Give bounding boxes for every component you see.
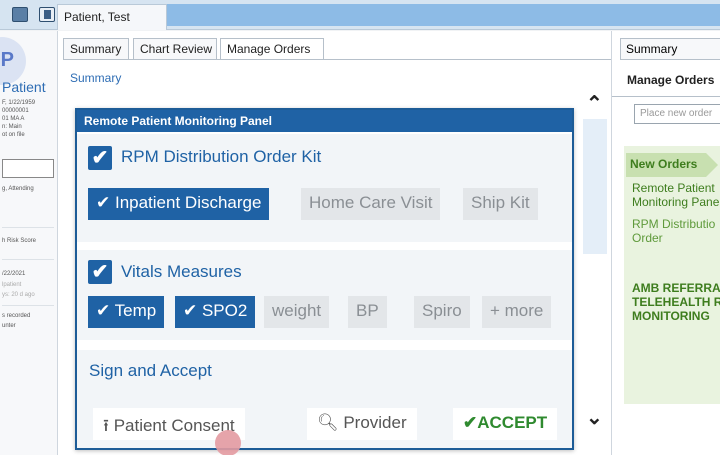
section-divider (77, 340, 572, 350)
order-subtitle-line: Order (632, 231, 663, 245)
patient-workspace-tab[interactable]: Patient, Test (57, 4, 167, 30)
order-subtitle: RPM Distributio Order (632, 217, 715, 245)
vitals-checkbox[interactable]: ✔ (88, 260, 112, 284)
rpm-panel-dialog: Remote Patient Monitoring Panel ✔ RPM Di… (75, 108, 574, 450)
encounter-date: /22/2021 (2, 271, 26, 277)
referral-line: MONITORING (632, 309, 710, 323)
tab-chart-review[interactable]: Chart Review (133, 38, 217, 60)
checkmark-icon: ✔ (463, 413, 478, 432)
button-label: Patient Consent (113, 416, 235, 435)
option-spo2[interactable]: ✔ SPO2 (175, 296, 256, 328)
patient-detail-line: 00000001 (2, 108, 29, 114)
option-more[interactable]: + more (482, 296, 552, 328)
tab-summary[interactable]: Summary (63, 38, 129, 60)
encounter-label: unter (2, 323, 16, 329)
patient-detail-line: F, 1/22/1959 (2, 100, 36, 106)
sign-accept-label: Sign and Accept (89, 361, 212, 380)
attending-label: g, Attending (2, 186, 34, 192)
option-label: SPO2 (201, 301, 248, 320)
document-icon[interactable] (39, 7, 55, 22)
patient-sidebar: P Patient F, 1/22/1959 00000001 01 MA A … (0, 31, 58, 455)
option-inpatient-discharge[interactable]: ✔ Inpatient Discharge (88, 188, 270, 220)
option-bp[interactable]: BP (348, 296, 387, 328)
avatar[interactable]: P (0, 37, 26, 85)
chevron-up-icon[interactable]: ⌃ (586, 91, 603, 116)
encounter-age: ys: 20 d ago (2, 292, 35, 298)
referral-order[interactable]: AMB REFERRAL TELEHEALTH R MONITORING (632, 281, 720, 323)
sidebar-divider (2, 227, 54, 228)
option-temp[interactable]: ✔ Temp (88, 296, 165, 328)
upload-icon: ⭱ (103, 416, 109, 435)
search-icon: 🔍︎ (317, 413, 339, 432)
option-ship-kit[interactable]: Ship Kit (463, 188, 538, 220)
tab-divider (63, 59, 611, 60)
dialog-title: Remote Patient Monitoring Panel (77, 110, 572, 132)
sign-section: Sign and Accept ⭱ Patient Consent 🔍︎ Pro… (77, 350, 572, 448)
patient-details: F, 1/22/1959 00000001 01 MA A n: Main ot… (2, 99, 35, 139)
chevron-down-icon[interactable]: ⌄ (586, 405, 603, 430)
option-spiro[interactable]: Spiro (414, 296, 470, 328)
option-weight[interactable]: weight (264, 296, 330, 328)
kit-checkbox[interactable]: ✔ (88, 146, 112, 170)
tab-summary-right[interactable]: Summary (620, 38, 720, 60)
patient-detail-line: 01 MA A (2, 116, 25, 122)
tab-manage-orders[interactable]: Manage Orders (220, 38, 324, 60)
button-label: ACCEPT (477, 413, 548, 432)
kit-section: ✔ RPM Distribution Order Kit ✔ Inpatient… (77, 134, 572, 242)
orders-side-panel: Summary Manage Orders Place new order Ne… (611, 31, 720, 455)
patient-detail-line: ot on file (2, 132, 25, 138)
referral-line: AMB REFERRAL (632, 281, 720, 295)
option-label: Inpatient Discharge (114, 193, 262, 212)
order-search-input[interactable]: Place new order (634, 104, 720, 124)
encounter-type: lpatient (2, 282, 22, 288)
order-subtitle-line: RPM Distributio (632, 217, 716, 231)
referral-line: TELEHEALTH R (632, 295, 720, 309)
provider-button[interactable]: 🔍︎ Provider (307, 408, 417, 440)
order-title-line: Remote Patient (632, 181, 715, 195)
app-window: Patient, Test P Patient F, 1/22/1959 000… (0, 0, 720, 455)
option-home-care-visit[interactable]: Home Care Visit (301, 188, 441, 220)
order-title-line: Monitoring Panel (632, 195, 720, 209)
patient-name[interactable]: Patient (2, 79, 46, 95)
summary-link[interactable]: Summary (70, 71, 121, 85)
sidebar-divider (2, 259, 54, 260)
top-toolbar: Patient, Test (0, 0, 720, 30)
patient-detail-line: n: Main (2, 124, 22, 130)
manage-orders-title: Manage Orders (627, 73, 715, 87)
workspace-tab-strip (167, 4, 720, 26)
printer-icon[interactable] (12, 7, 28, 22)
kit-label: RPM Distribution Order Kit (121, 147, 322, 166)
risk-score-label: h Risk Score (2, 238, 37, 244)
sidebar-field[interactable] (2, 159, 54, 178)
button-label: Provider (343, 413, 407, 432)
vitals-section: ✔ Vitals Measures ✔ Temp ✔ SPO2 weight B… (77, 250, 572, 340)
vitals-label: Vitals Measures (121, 262, 242, 281)
touch-cursor (215, 430, 241, 455)
scrollbar-thumb[interactable] (583, 119, 607, 254)
panel-divider (612, 96, 720, 97)
accept-button[interactable]: ✔ACCEPT (453, 408, 558, 440)
order-title[interactable]: Remote Patient Monitoring Panel (632, 181, 720, 209)
new-orders-header[interactable]: New Orders (626, 153, 718, 177)
sidebar-divider (2, 305, 54, 306)
recorded-label: s recorded (2, 313, 31, 319)
option-label: Temp (114, 301, 157, 320)
